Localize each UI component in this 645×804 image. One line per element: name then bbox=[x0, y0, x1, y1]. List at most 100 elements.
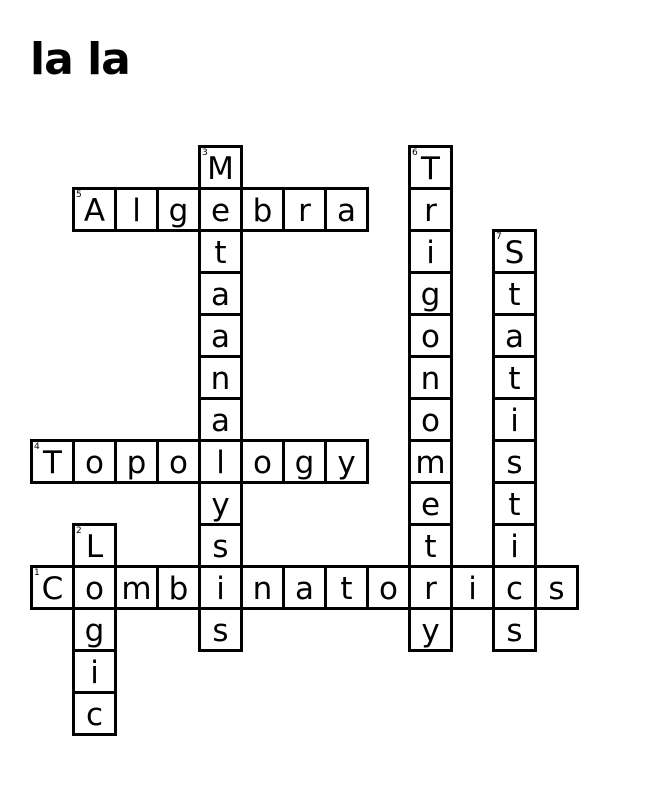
grid-cell[interactable]: s bbox=[198, 607, 243, 652]
grid-cell[interactable]: m bbox=[114, 565, 159, 610]
grid-cell[interactable]: a bbox=[492, 313, 537, 358]
grid-cell[interactable]: o bbox=[366, 565, 411, 610]
cell-letter: S bbox=[504, 235, 525, 271]
cell-letter: r bbox=[424, 571, 437, 607]
grid-cell[interactable]: g bbox=[72, 607, 117, 652]
grid-cell[interactable]: o bbox=[72, 565, 117, 610]
grid-cell[interactable]: c bbox=[492, 565, 537, 610]
grid-cell[interactable]: 2L bbox=[72, 523, 117, 568]
grid-cell[interactable]: o bbox=[72, 439, 117, 484]
grid-cell[interactable]: i bbox=[198, 565, 243, 610]
grid-cell[interactable]: o bbox=[240, 439, 285, 484]
cell-letter: g bbox=[84, 613, 105, 649]
grid-cell[interactable]: a bbox=[198, 313, 243, 358]
grid-cell[interactable]: s bbox=[534, 565, 579, 610]
grid-cell[interactable]: y bbox=[324, 439, 369, 484]
cell-letter: T bbox=[43, 445, 62, 481]
grid-cell[interactable]: 4T bbox=[30, 439, 75, 484]
grid-cell[interactable]: g bbox=[408, 271, 453, 316]
cell-letter: g bbox=[294, 445, 315, 481]
grid-cell[interactable]: t bbox=[198, 229, 243, 274]
cell-letter: r bbox=[424, 193, 437, 229]
cell-letter: i bbox=[510, 529, 519, 565]
grid-cell[interactable]: g bbox=[282, 439, 327, 484]
grid-cell[interactable]: y bbox=[198, 481, 243, 526]
grid-cell[interactable]: a bbox=[282, 565, 327, 610]
grid-cell[interactable]: g bbox=[156, 187, 201, 232]
grid-cell[interactable]: r bbox=[408, 565, 453, 610]
cell-letter: i bbox=[468, 571, 477, 607]
grid-cell[interactable]: n bbox=[198, 355, 243, 400]
grid-cell[interactable]: i bbox=[492, 397, 537, 442]
cell-letter: i bbox=[426, 235, 435, 271]
cell-letter: T bbox=[421, 151, 440, 187]
grid-cell[interactable]: s bbox=[198, 523, 243, 568]
cell-letter: r bbox=[298, 193, 311, 229]
cell-letter: M bbox=[207, 151, 234, 187]
cell-letter: a bbox=[211, 403, 230, 439]
grid-cell[interactable]: i bbox=[408, 229, 453, 274]
grid-cell[interactable]: e bbox=[198, 187, 243, 232]
cell-letter: a bbox=[211, 277, 230, 313]
cell-letter: e bbox=[420, 487, 441, 523]
grid-cell[interactable]: t bbox=[408, 523, 453, 568]
grid-cell[interactable]: t bbox=[492, 355, 537, 400]
grid-cell[interactable]: o bbox=[408, 313, 453, 358]
grid-cell[interactable]: a bbox=[324, 187, 369, 232]
cell-letter: c bbox=[505, 571, 524, 607]
grid-cell[interactable]: r bbox=[282, 187, 327, 232]
cell-letter: a bbox=[295, 571, 314, 607]
grid-cell[interactable]: r bbox=[408, 187, 453, 232]
cell-letter: t bbox=[508, 277, 521, 313]
grid-cell[interactable]: e bbox=[408, 481, 453, 526]
grid-cell[interactable]: b bbox=[240, 187, 285, 232]
grid-cell[interactable]: p bbox=[114, 439, 159, 484]
grid-cell[interactable]: n bbox=[240, 565, 285, 610]
crossword-grid: 1Combinatorics2Lgic3Metaanalyss4Topoogy5… bbox=[0, 0, 645, 804]
grid-cell[interactable]: s bbox=[492, 439, 537, 484]
grid-cell[interactable]: o bbox=[156, 439, 201, 484]
grid-cell[interactable]: i bbox=[492, 523, 537, 568]
grid-cell[interactable]: b bbox=[156, 565, 201, 610]
grid-cell[interactable]: t bbox=[492, 271, 537, 316]
grid-cell[interactable]: m bbox=[408, 439, 453, 484]
cell-letter: g bbox=[168, 193, 189, 229]
cell-letter: g bbox=[420, 277, 441, 313]
grid-cell[interactable]: 1C bbox=[30, 565, 75, 610]
grid-cell[interactable]: o bbox=[408, 397, 453, 442]
cell-letter: o bbox=[169, 445, 188, 481]
cell-letter: y bbox=[211, 487, 230, 523]
cell-letter: a bbox=[211, 319, 230, 355]
grid-cell[interactable]: t bbox=[492, 481, 537, 526]
grid-cell[interactable]: 7S bbox=[492, 229, 537, 274]
grid-cell[interactable]: y bbox=[408, 607, 453, 652]
cell-letter: t bbox=[508, 487, 521, 523]
grid-cell[interactable]: 6T bbox=[408, 145, 453, 190]
cell-letter: l bbox=[216, 445, 225, 481]
cell-letter: y bbox=[421, 613, 440, 649]
cell-letter: o bbox=[379, 571, 398, 607]
grid-cell[interactable]: i bbox=[450, 565, 495, 610]
grid-cell[interactable]: l bbox=[114, 187, 159, 232]
cell-letter: t bbox=[340, 571, 353, 607]
cell-letter: a bbox=[337, 193, 356, 229]
grid-cell[interactable]: a bbox=[198, 397, 243, 442]
cell-letter: m bbox=[121, 571, 152, 607]
grid-cell[interactable]: t bbox=[324, 565, 369, 610]
cell-letter: y bbox=[337, 445, 356, 481]
cell-letter: s bbox=[212, 529, 229, 565]
grid-cell[interactable]: n bbox=[408, 355, 453, 400]
cell-letter: n bbox=[252, 571, 273, 607]
grid-cell[interactable]: c bbox=[72, 691, 117, 736]
cell-letter: o bbox=[253, 445, 272, 481]
cell-letter: i bbox=[510, 403, 519, 439]
grid-cell[interactable]: s bbox=[492, 607, 537, 652]
grid-cell[interactable]: i bbox=[72, 649, 117, 694]
cell-letter: L bbox=[85, 529, 104, 565]
grid-cell[interactable]: a bbox=[198, 271, 243, 316]
cell-letter: l bbox=[132, 193, 141, 229]
grid-cell[interactable]: 3M bbox=[198, 145, 243, 190]
cell-letter: e bbox=[210, 193, 231, 229]
grid-cell[interactable]: 5A bbox=[72, 187, 117, 232]
grid-cell[interactable]: l bbox=[198, 439, 243, 484]
